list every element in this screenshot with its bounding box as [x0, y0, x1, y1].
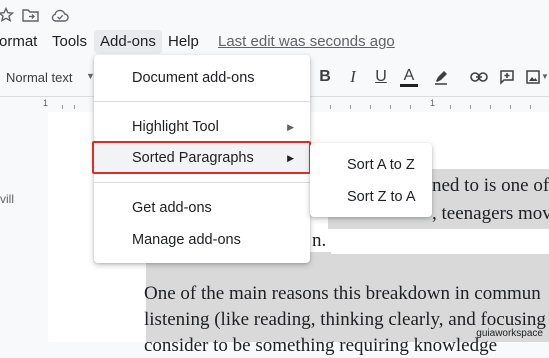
outline-text: vill — [0, 192, 14, 206]
star-icon[interactable] — [0, 6, 16, 24]
menu-tools[interactable]: Tools — [52, 30, 87, 54]
doc-line: n. — [312, 230, 327, 251]
menu-item-document-addons[interactable]: Document add-ons — [94, 63, 310, 93]
ruler-tick — [510, 105, 511, 109]
move-to-folder-icon[interactable] — [20, 6, 40, 24]
top-icon-strip — [0, 0, 549, 28]
underline-button[interactable]: U — [370, 66, 392, 88]
document-outline-gutter: vill — [0, 112, 49, 342]
menu-item-label: Document add-ons — [132, 70, 255, 86]
menu-item-label: Highlight Tool — [132, 119, 219, 135]
submenu-arrow-icon: ▶ — [287, 122, 294, 132]
menu-item-manage-addons[interactable]: Manage add-ons — [94, 225, 310, 255]
ruler-tick — [370, 105, 371, 109]
selection-outline — [92, 141, 311, 174]
ruler-mark: 1 — [430, 98, 436, 108]
doc-line: , teenagers mov — [432, 203, 549, 224]
menu-item-label: Manage add-ons — [132, 232, 241, 248]
ruler-tick — [410, 105, 411, 109]
ruler-tick — [530, 105, 531, 109]
text-color-bar — [400, 83, 418, 87]
highlight-color-icon[interactable] — [430, 66, 452, 88]
menu-addons[interactable]: Add-ons — [94, 30, 162, 54]
ruler-tick — [62, 105, 63, 109]
text-color-button[interactable]: A — [398, 66, 420, 88]
ruler-tick — [450, 105, 451, 109]
doc-line: consider to be something requiring knowl… — [144, 335, 498, 356]
text-color-letter: A — [403, 66, 415, 84]
insert-link-icon[interactable] — [468, 66, 490, 88]
cloud-saved-icon[interactable] — [50, 6, 70, 24]
menu-item-highlight-tool[interactable]: Highlight Tool ▶ — [94, 112, 310, 142]
paragraph-style-select[interactable]: Normal text — [6, 70, 72, 85]
menu-bar: ormat Tools Add-ons Help Last edit was s… — [0, 28, 549, 56]
menu-format[interactable]: ormat — [0, 30, 37, 54]
ruler-tick — [74, 105, 75, 109]
image-options-caret-icon[interactable]: ▼ — [541, 72, 549, 81]
bold-button[interactable]: B — [314, 66, 336, 88]
ruler-tick — [490, 105, 491, 109]
last-edit-link[interactable]: Last edit was seconds ago — [218, 30, 395, 54]
submenu-item-label: Sort Z to A — [347, 189, 416, 205]
menu-divider — [94, 101, 310, 102]
menu-item-get-addons[interactable]: Get add-ons — [94, 193, 310, 223]
menu-help[interactable]: Help — [168, 30, 199, 54]
menu-item-label: Get add-ons — [132, 200, 212, 216]
watermark: guiaworkspace — [476, 328, 543, 339]
ruler-mark: 1 — [43, 98, 49, 108]
ruler-tick — [470, 105, 471, 109]
sorted-paragraphs-submenu: Sort A to Z Sort Z to A — [310, 143, 432, 217]
submenu-item-label: Sort A to Z — [347, 157, 415, 173]
doc-line: ned to is one of — [432, 175, 549, 196]
submenu-item-sort-z-a[interactable]: Sort Z to A — [310, 181, 432, 213]
menu-divider — [94, 182, 310, 183]
ruler-tick — [350, 105, 351, 109]
ruler-tick — [390, 105, 391, 109]
highlight-gap — [331, 229, 549, 254]
insert-comment-icon[interactable] — [496, 66, 518, 88]
italic-button[interactable]: I — [342, 66, 364, 88]
doc-line: One of the main reasons this breakdown i… — [144, 283, 541, 304]
ruler-tick — [330, 105, 331, 109]
submenu-item-sort-a-z[interactable]: Sort A to Z — [310, 149, 432, 181]
